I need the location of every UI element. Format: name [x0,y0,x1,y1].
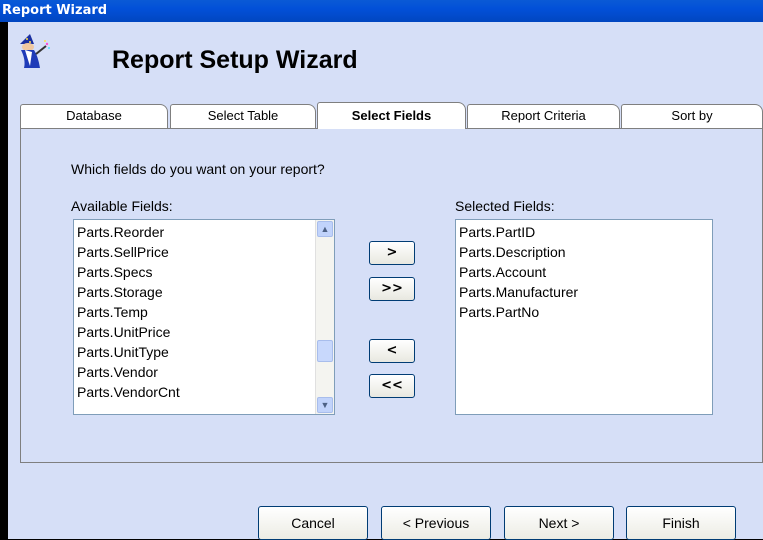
list-item[interactable]: Parts.VendorCnt [74,382,316,402]
selected-fields-label: Selected Fields: [455,198,555,214]
wizard-client-area: Report Setup Wizard Database Select Tabl… [8,22,763,540]
cancel-button[interactable]: Cancel [258,506,368,540]
list-item[interactable]: Parts.SellPrice [74,242,316,262]
scroll-up-icon[interactable]: ▲ [317,221,333,237]
selected-fields-list[interactable]: Parts.PartID Parts.Description Parts.Accou… [455,219,713,415]
list-item[interactable]: Parts.Vendor [74,362,316,382]
list-item[interactable]: Parts.Reorder [74,222,316,242]
select-fields-panel: Which fields do you want on your report?… [20,128,763,463]
tab-strip: Database Select Table Select Fields Repo… [20,102,763,129]
list-item[interactable]: Parts.Temp [74,302,316,322]
remove-one-button[interactable]: < [369,339,415,363]
previous-button[interactable]: < Previous [381,506,491,540]
tab-report-criteria[interactable]: Report Criteria [467,104,620,128]
list-item[interactable]: Parts.Account [456,262,712,282]
list-item[interactable]: Parts.Storage [74,282,316,302]
list-item[interactable]: Parts.Specs [74,262,316,282]
finish-button[interactable]: Finish [626,506,736,540]
wizard-title: Report Setup Wizard [112,46,358,74]
report-wizard-window: Report Wizard Report Setup Wizard Databa… [0,0,763,540]
tab-label: Database [66,108,122,123]
tab-select-fields[interactable]: Select Fields [317,102,466,129]
tab-label: Report Criteria [501,108,586,123]
wizard-icon [12,30,52,70]
tab-label: Sort by [671,108,713,123]
tab-label: Select Table [207,108,279,123]
fields-question: Which fields do you want on your report? [71,161,325,177]
tab-label: Select Fields [351,108,432,123]
scroll-thumb[interactable] [317,340,333,362]
list-item[interactable]: Parts.PartNo [456,302,712,322]
next-button[interactable]: Next > [504,506,614,540]
tab-select-table[interactable]: Select Table [170,104,316,128]
list-item[interactable]: Parts.PartID [456,222,712,242]
list-item[interactable]: Parts.UnitPrice [74,322,316,342]
add-all-button[interactable]: >> [369,277,415,301]
list-item[interactable]: Parts.UnitType [74,342,316,362]
window-title: Report Wizard [0,0,763,22]
remove-all-button[interactable]: << [369,374,415,398]
available-fields-list[interactable]: Parts.Reorder Parts.SellPrice Parts.Specs P… [73,219,335,415]
available-fields-label: Available Fields: [71,198,173,214]
list-item[interactable]: Parts.Description [456,242,712,262]
add-one-button[interactable]: > [369,241,415,265]
scroll-down-icon[interactable]: ▼ [317,397,333,413]
available-fields-scrollbar[interactable]: ▲ ▼ [315,220,334,414]
tab-sort-by[interactable]: Sort by [621,104,763,128]
tab-database[interactable]: Database [20,104,168,128]
list-item[interactable]: Parts.Manufacturer [456,282,712,302]
